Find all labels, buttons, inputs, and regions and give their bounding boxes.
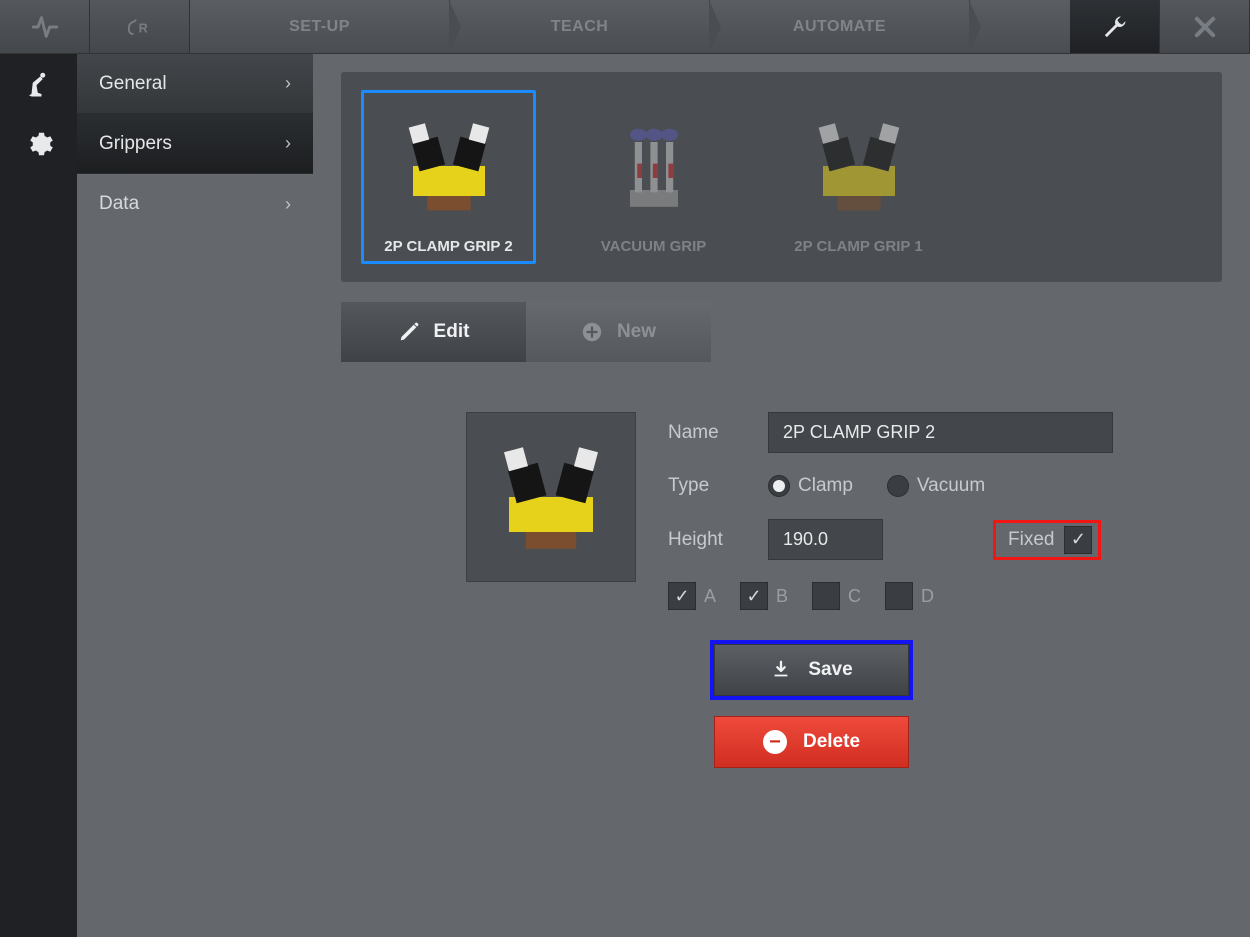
fixed-checkbox[interactable]: ✓ <box>1064 526 1092 554</box>
type-label: Type <box>668 475 748 497</box>
gripper-label: VACUUM GRIP <box>569 238 738 255</box>
height-label: Height <box>668 529 748 551</box>
robot-r-icon[interactable]: R <box>90 0 190 53</box>
breadcrumb-spacer <box>970 0 1070 53</box>
fixed-highlight: Fixed ✓ <box>993 520 1101 560</box>
gripper-tile[interactable]: 2P CLAMP GRIP 2 <box>361 90 536 264</box>
checkbox-c[interactable] <box>812 582 840 610</box>
wrench-icon[interactable] <box>1070 0 1160 53</box>
radio-vacuum[interactable]: Vacuum <box>887 475 985 497</box>
chevron-right-icon: › <box>285 73 291 94</box>
download-icon <box>770 659 792 681</box>
gripper-tile[interactable]: 2P CLAMP GRIP 1 <box>771 90 946 264</box>
top-navbar: R SET-UP TEACH AUTOMATE <box>0 0 1250 54</box>
gripper-preview <box>466 412 636 582</box>
gripper-label: 2P CLAMP GRIP 2 <box>364 238 533 255</box>
sidebar-item-label: Data <box>99 193 139 215</box>
activity-icon[interactable] <box>0 0 90 53</box>
gripper-form: Name Type Clamp Vacuum Height Fixed ✓ <box>341 412 1222 768</box>
name-input[interactable] <box>768 412 1113 453</box>
sidebar-item-data[interactable]: Data › <box>77 174 313 234</box>
sidebar-item-grippers[interactable]: Grippers › <box>77 114 313 174</box>
radio-clamp[interactable]: Clamp <box>768 475 853 497</box>
save-button[interactable]: Save <box>714 644 909 696</box>
robot-arm-icon[interactable] <box>0 54 77 114</box>
sidebar-item-general[interactable]: General › <box>77 54 313 114</box>
plus-circle-icon <box>581 321 603 343</box>
breadcrumb: SET-UP TEACH AUTOMATE <box>190 0 970 53</box>
tab-label: New <box>617 321 656 343</box>
delete-button[interactable]: − Delete <box>714 716 909 768</box>
breadcrumb-automate[interactable]: AUTOMATE <box>710 0 970 53</box>
gripper-gallery: 2P CLAMP GRIP 2 VACUUM GRIP <box>341 72 1222 282</box>
height-input[interactable] <box>768 519 883 560</box>
sidebar: General › Grippers › Data › <box>0 54 313 937</box>
gripper-thumb <box>774 93 943 238</box>
pencil-icon <box>398 321 420 343</box>
gripper-label: 2P CLAMP GRIP 1 <box>774 238 943 255</box>
tab-new[interactable]: New <box>526 302 711 362</box>
name-label: Name <box>668 422 748 444</box>
gripper-thumb <box>569 93 738 238</box>
tab-edit[interactable]: Edit <box>341 302 526 362</box>
svg-text:R: R <box>138 21 147 35</box>
gripper-thumb <box>364 93 533 238</box>
checkbox-a[interactable]: ✓ <box>668 582 696 610</box>
tab-label: Edit <box>434 321 470 343</box>
channel-options: ✓A ✓B C D <box>668 582 1113 610</box>
close-icon[interactable] <box>1160 0 1250 53</box>
chevron-right-icon: › <box>285 133 291 154</box>
fixed-label: Fixed <box>1008 529 1054 551</box>
sidebar-item-label: General <box>99 73 167 95</box>
checkbox-b[interactable]: ✓ <box>740 582 768 610</box>
sidebar-item-label: Grippers <box>99 133 172 155</box>
minus-circle-icon: − <box>763 730 787 754</box>
chevron-right-icon: › <box>285 194 291 215</box>
checkbox-d[interactable] <box>885 582 913 610</box>
tabs: Edit New <box>341 302 1222 362</box>
gripper-tile[interactable]: VACUUM GRIP <box>566 90 741 264</box>
gear-icon[interactable] <box>0 114 77 174</box>
breadcrumb-setup[interactable]: SET-UP <box>190 0 450 53</box>
breadcrumb-teach[interactable]: TEACH <box>450 0 710 53</box>
content-area: 2P CLAMP GRIP 2 VACUUM GRIP <box>313 54 1250 937</box>
